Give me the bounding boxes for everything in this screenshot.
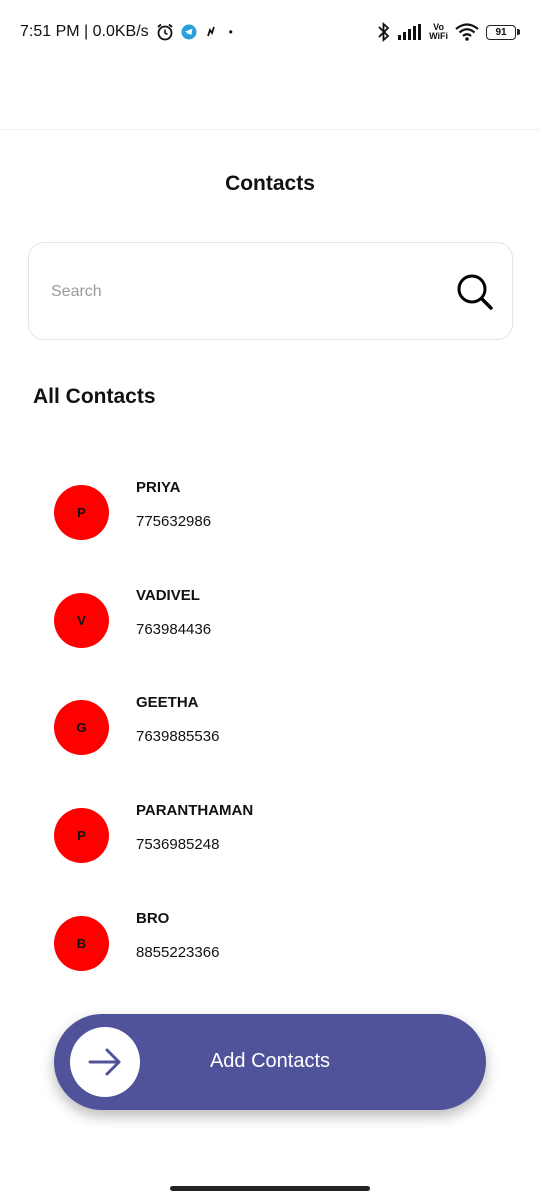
- avatar: G: [54, 700, 109, 755]
- contacts-screen: 7:51 PM | 0.0KB/s • Vo WiFi 91 Contacts …: [0, 0, 540, 1200]
- contact-phone: 8855223366: [136, 944, 220, 961]
- avatar: V: [54, 593, 109, 648]
- alarm-icon: [157, 23, 173, 41]
- search-bar[interactable]: [28, 242, 513, 340]
- battery-level: 91: [495, 26, 507, 38]
- bluetooth-icon: [378, 22, 390, 42]
- avatar-initial: B: [76, 936, 87, 951]
- avatar-initial: V: [77, 613, 86, 628]
- search-icon[interactable]: [456, 273, 494, 311]
- header-divider: [0, 129, 540, 130]
- volte-bottom: WiFi: [429, 31, 448, 41]
- contact-item[interactable]: V VADIVEL 763984436: [54, 587, 494, 653]
- network-activity-icon: [206, 26, 215, 37]
- status-left: 7:51 PM | 0.0KB/s •: [20, 21, 233, 43]
- status-right: Vo WiFi 91: [377, 20, 520, 44]
- volte-wifi-indicator: Vo WiFi: [429, 23, 448, 41]
- avatar: P: [54, 485, 109, 540]
- avatar: B: [54, 916, 109, 971]
- contact-phone: 763984436: [136, 621, 212, 638]
- add-contacts-button[interactable]: Add Contacts: [54, 1014, 486, 1110]
- contact-name: VADIVEL: [136, 587, 200, 604]
- contact-name: PARANTHAMAN: [136, 802, 254, 819]
- status-time-speed: 7:51 PM | 0.0KB/s: [20, 23, 149, 40]
- status-bar: 7:51 PM | 0.0KB/s • Vo WiFi 91: [0, 0, 540, 62]
- add-contacts-label: Add Contacts: [209, 1050, 331, 1072]
- status-dot: •: [228, 25, 233, 39]
- page-title: Contacts: [225, 172, 315, 195]
- wifi-icon: [455, 23, 479, 41]
- contact-item[interactable]: G GEETHA 7639885536: [54, 694, 494, 760]
- contact-phone: 7639885536: [136, 728, 220, 745]
- battery-icon: 91: [486, 24, 520, 40]
- search-input[interactable]: [51, 279, 431, 305]
- avatar-initial: P: [77, 828, 86, 843]
- avatar-initial: P: [77, 505, 86, 520]
- contact-item[interactable]: P PARANTHAMAN 7536985248: [54, 802, 494, 868]
- contact-name: PRIYA: [136, 479, 181, 496]
- avatar: P: [54, 808, 109, 863]
- avatar-initial: G: [76, 720, 87, 735]
- contact-name: BRO: [136, 910, 170, 927]
- home-indicator[interactable]: [170, 1186, 370, 1191]
- telegram-icon: [181, 24, 197, 40]
- contact-item[interactable]: B BRO 8855223366: [54, 910, 494, 976]
- contact-item[interactable]: P PRIYA 775632986: [54, 479, 494, 545]
- section-title: All Contacts: [33, 385, 156, 408]
- contact-name: GEETHA: [136, 694, 199, 711]
- contact-phone: 775632986: [136, 513, 212, 530]
- signal-icon: [398, 24, 422, 40]
- contact-phone: 7536985248: [136, 836, 220, 853]
